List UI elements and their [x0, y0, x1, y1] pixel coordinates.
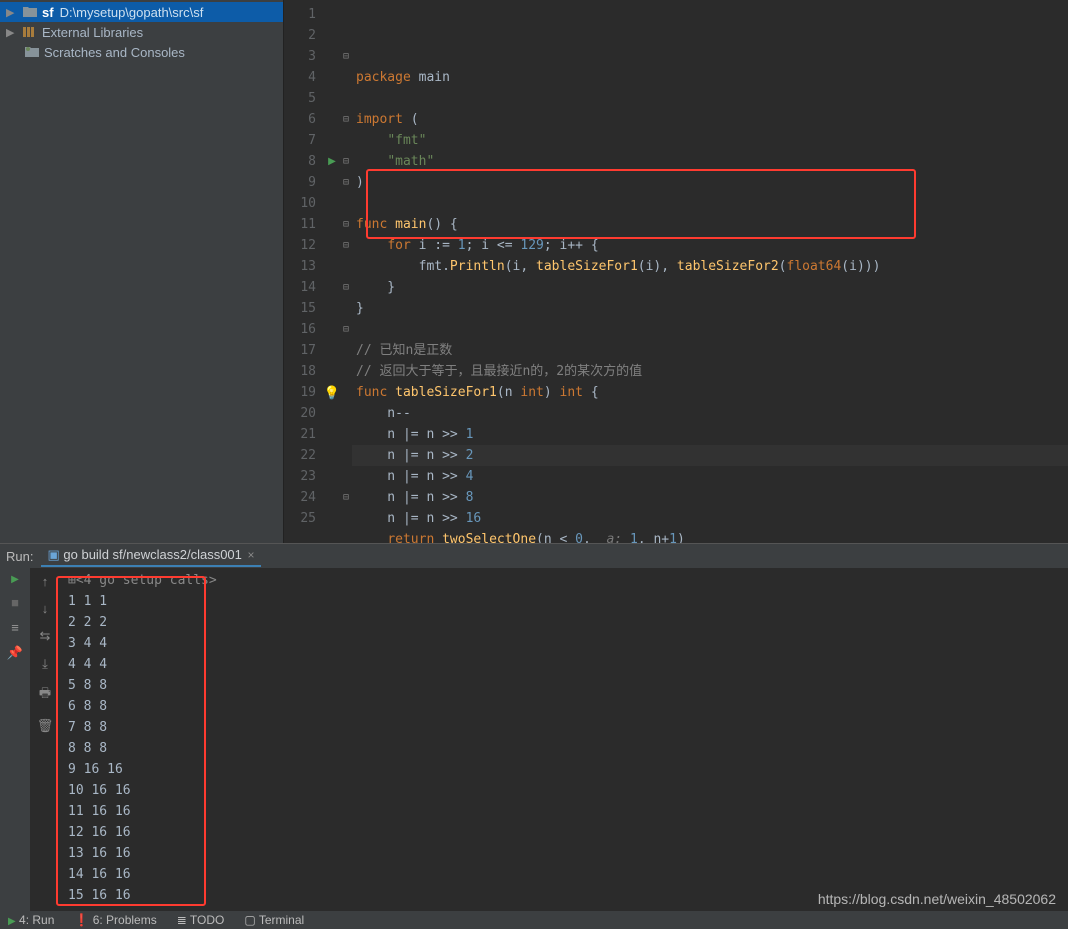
libraries-icon — [22, 26, 38, 38]
chevron-right-icon: ▶ — [6, 6, 18, 19]
folder-icon — [22, 6, 38, 18]
layout-icon[interactable]: ≡ — [11, 620, 19, 635]
pin-icon[interactable]: 📌 — [7, 645, 23, 661]
down-arrow-icon[interactable]: ↓ — [42, 601, 49, 616]
tab-problems[interactable]: ❗ 6: Problems — [74, 913, 156, 927]
go-icon: ▣ — [47, 547, 59, 562]
run-toolbar-left[interactable]: ▶ ■ ≡ 📌 — [0, 568, 30, 911]
project-name: sf — [42, 5, 54, 20]
fold-gutter[interactable]: ⊟⊟⊟⊟⊟⊟⊟⊟⊟ — [340, 0, 352, 592]
run-gutter[interactable]: ▶💡 — [324, 0, 340, 592]
up-arrow-icon[interactable]: ↑ — [42, 574, 49, 589]
status-bar[interactable]: ▶ 4: Run ❗ 6: Problems ≣ TODO ▢ Terminal — [0, 911, 1068, 929]
scroll-icon[interactable]: ⤓ — [42, 656, 48, 672]
code-content[interactable]: package mainimport ( "fmt" "math")func m… — [352, 0, 1068, 592]
stop-icon[interactable]: ■ — [11, 595, 19, 610]
tree-scratches[interactable]: Scratches and Consoles — [0, 42, 283, 62]
tab-terminal[interactable]: ▢ Terminal — [244, 913, 304, 927]
console-output[interactable]: ⊞<4 go setup calls> 1 1 1 2 2 2 3 4 4 4 … — [60, 568, 1068, 911]
tab-todo[interactable]: ≣ TODO — [177, 913, 225, 927]
run-label: Run: — [6, 549, 33, 564]
close-icon[interactable]: × — [248, 548, 255, 562]
run-header: Run: ▣ go build sf/newclass2/class001 × — [0, 544, 1068, 568]
run-panel[interactable]: Run: ▣ go build sf/newclass2/class001 × … — [0, 543, 1068, 911]
wrap-icon[interactable]: ⇆ — [40, 628, 51, 644]
chevron-right-icon: ▶ — [6, 26, 18, 39]
tree-root[interactable]: ▶ sf D:\mysetup\gopath\src\sf — [0, 2, 283, 22]
watermark: https://blog.csdn.net/weixin_48502062 — [818, 891, 1056, 907]
project-tree[interactable]: ▶ sf D:\mysetup\gopath\src\sf ▶ External… — [0, 0, 284, 543]
scratches-label: Scratches and Consoles — [44, 45, 185, 60]
line-numbers: 1234567891011121314151617181920212223242… — [284, 0, 324, 592]
highlight-box-code — [366, 169, 916, 239]
highlight-box-output — [56, 576, 206, 906]
libraries-label: External Libraries — [42, 25, 143, 40]
rerun-icon[interactable]: ▶ — [11, 574, 19, 585]
run-tab[interactable]: ▣ go build sf/newclass2/class001 × — [41, 545, 260, 567]
scratches-icon — [24, 46, 40, 58]
code-editor[interactable]: 1234567891011121314151617181920212223242… — [284, 0, 1068, 543]
print-icon[interactable]: 🖶 — [39, 684, 51, 706]
trash-icon[interactable]: 🗑 — [37, 718, 54, 734]
tab-run[interactable]: ▶ 4: Run — [8, 913, 54, 927]
project-path: D:\mysetup\gopath\src\sf — [60, 5, 204, 20]
tree-libraries[interactable]: ▶ External Libraries — [0, 22, 283, 42]
